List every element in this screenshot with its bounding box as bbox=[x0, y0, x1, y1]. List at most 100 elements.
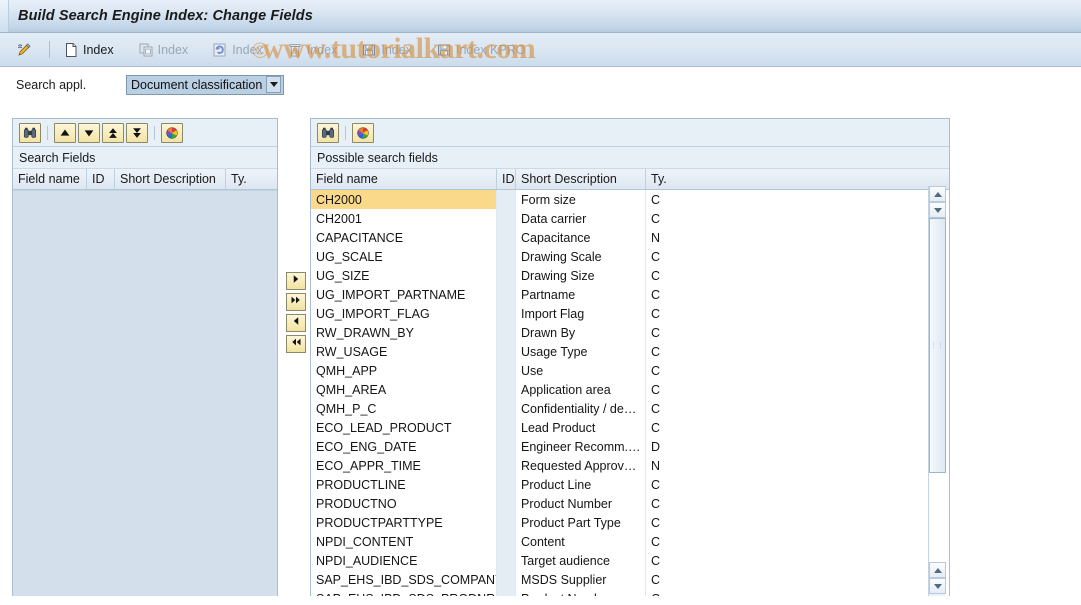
table-row[interactable]: PRODUCTNO Product Number C bbox=[311, 494, 949, 513]
possible-search-fields-table-header: Field name ID Short Description Ty. bbox=[311, 169, 949, 190]
column-header-type[interactable]: Ty. bbox=[646, 169, 949, 189]
cell-field-name: NPDI_CONTENT bbox=[311, 532, 497, 551]
arrow-double-up-icon[interactable] bbox=[102, 122, 124, 143]
toolbar-button-copy-index[interactable]: Index bbox=[132, 38, 195, 62]
table-row[interactable]: QMH_APP Use C bbox=[311, 361, 949, 380]
move-left-button[interactable] bbox=[286, 314, 306, 332]
toolbar-button-save-index[interactable]: Index bbox=[355, 38, 418, 62]
arrow-double-down-icon[interactable] bbox=[126, 122, 148, 143]
toolbar-button-label: Index bbox=[306, 42, 338, 57]
possible-search-fields-table-body[interactable]: CH2000 Form size C CH2001 Data carrier C CAPAC… bbox=[311, 190, 949, 596]
cell-type: C bbox=[651, 249, 661, 264]
binoculars-icon[interactable] bbox=[19, 122, 41, 143]
cell-type: C bbox=[651, 553, 661, 568]
arrow-down-icon[interactable] bbox=[78, 122, 100, 143]
cell-id bbox=[497, 399, 516, 418]
cell-field-name: QMH_P_C bbox=[311, 399, 497, 418]
table-row[interactable]: NPDI_CONTENT Content C bbox=[311, 532, 949, 551]
cell-id bbox=[497, 342, 516, 361]
cell-type: C bbox=[651, 420, 661, 435]
arrow-up-icon[interactable] bbox=[54, 122, 76, 143]
table-row[interactable]: QMH_P_C Confidentiality / de… C bbox=[311, 399, 949, 418]
table-row[interactable]: CAPACITANCE Capacitance N bbox=[311, 228, 949, 247]
cell-id bbox=[497, 494, 516, 513]
scroll-page-up-button[interactable] bbox=[929, 562, 946, 578]
cell-type: C bbox=[651, 572, 661, 587]
application-toolbar: Index Index Index Index Index Index KPRO bbox=[0, 33, 1081, 67]
column-header-field-name[interactable]: Field name bbox=[13, 169, 87, 189]
cell-type: C bbox=[651, 534, 661, 549]
table-row[interactable]: ECO_ENG_DATE Engineer Recomm.… D bbox=[311, 437, 949, 456]
cell-type: C bbox=[651, 192, 661, 207]
cell-short-description: Drawing Scale bbox=[516, 247, 646, 266]
cell-field-name: ECO_APPR_TIME bbox=[311, 456, 497, 475]
cell-type: C bbox=[646, 589, 949, 597]
toolbar-button-create-index[interactable]: Index bbox=[57, 38, 120, 62]
table-row[interactable]: PRODUCTLINE Product Line C bbox=[311, 475, 949, 494]
table-row[interactable]: QMH_AREA Application area C bbox=[311, 380, 949, 399]
search-appl-dropdown[interactable]: Document classification bbox=[126, 74, 285, 95]
scroll-down-button[interactable] bbox=[929, 202, 946, 218]
scrollbar-track[interactable]: ⋮⋮ bbox=[929, 218, 946, 562]
table-row[interactable]: NPDI_AUDIENCE Target audience C bbox=[311, 551, 949, 570]
table-row[interactable]: CH2000 Form size C bbox=[311, 190, 949, 209]
cell-field-name: UG_SCALE bbox=[311, 247, 497, 266]
save-index-icon bbox=[361, 42, 377, 58]
binoculars-icon[interactable] bbox=[317, 122, 339, 143]
cell-field-name: CH2001 bbox=[311, 209, 497, 228]
table-row[interactable]: CH2001 Data carrier C bbox=[311, 209, 949, 228]
chevron-down-icon[interactable] bbox=[266, 76, 282, 93]
cell-id bbox=[497, 570, 516, 589]
table-row[interactable]: SAP_EHS_IBD_SDS_PRODNR Product NumberC bbox=[311, 589, 949, 596]
column-header-field-name[interactable]: Field name bbox=[311, 169, 497, 189]
vertical-scrollbar[interactable]: ⋮⋮ bbox=[928, 186, 946, 596]
column-header-short-description[interactable]: Short Description bbox=[516, 169, 646, 189]
toolbar-button-pencil[interactable] bbox=[10, 38, 42, 62]
toolbar-button-refresh-index[interactable]: Index bbox=[206, 38, 269, 62]
cell-field-name: PRODUCTLINE bbox=[311, 475, 497, 494]
move-all-right-button[interactable] bbox=[286, 293, 306, 311]
table-row[interactable]: UG_SIZE Drawing Size C bbox=[311, 266, 949, 285]
table-row[interactable]: UG_IMPORT_PARTNAME Partname C bbox=[311, 285, 949, 304]
toolbar-button-delete-index[interactable]: Index bbox=[281, 38, 344, 62]
search-fields-table-body[interactable] bbox=[13, 190, 277, 596]
move-all-left-button[interactable] bbox=[286, 335, 306, 353]
cell-id bbox=[497, 532, 516, 551]
cell-id bbox=[497, 266, 516, 285]
cell-id bbox=[497, 418, 516, 437]
cell-short-description: Product Number bbox=[516, 589, 646, 596]
scroll-page-down-button[interactable] bbox=[929, 578, 946, 594]
cell-short-description: Product Line bbox=[516, 475, 646, 494]
search-appl-value: Document classification bbox=[131, 77, 263, 92]
scrollbar-thumb[interactable]: ⋮⋮ bbox=[929, 218, 946, 473]
table-row[interactable]: ECO_LEAD_PRODUCT Lead Product C bbox=[311, 418, 949, 437]
toolbar-button-save-index-kpro[interactable]: Index KPRO bbox=[430, 38, 531, 62]
cell-short-description: Partname bbox=[516, 285, 646, 304]
scroll-up-button[interactable] bbox=[929, 186, 946, 202]
table-row[interactable]: RW_USAGE Usage Type C bbox=[311, 342, 949, 361]
color-wheel-icon[interactable] bbox=[161, 122, 183, 143]
table-row[interactable]: PRODUCTPARTTYPE Product Part Type C bbox=[311, 513, 949, 532]
table-row[interactable]: SAP_EHS_IBD_SDS_COMPANY MSDS Supplier C bbox=[311, 570, 949, 589]
column-header-short-description[interactable]: Short Description bbox=[115, 169, 226, 189]
column-header-id[interactable]: ID bbox=[87, 169, 115, 189]
column-header-id[interactable]: ID bbox=[497, 169, 516, 189]
table-row[interactable]: ECO_APPR_TIME Requested Approv… N bbox=[311, 456, 949, 475]
cell-short-description: Capacitance bbox=[516, 228, 646, 247]
cell-type: D bbox=[651, 439, 661, 454]
column-header-type[interactable]: Ty. bbox=[226, 169, 277, 189]
possible-search-fields-toolbar bbox=[311, 119, 949, 147]
color-wheel-icon[interactable] bbox=[352, 122, 374, 143]
arrow-double-right-icon bbox=[290, 293, 302, 311]
toolbar-separator bbox=[345, 125, 346, 140]
cell-short-description: MSDS Supplier bbox=[516, 570, 646, 589]
cell-id bbox=[497, 323, 516, 342]
table-row[interactable]: UG_IMPORT_FLAG Import Flag C bbox=[311, 304, 949, 323]
move-right-button[interactable] bbox=[286, 272, 306, 290]
cell-id bbox=[497, 304, 516, 323]
scrollbar-grip-icon: ⋮⋮ bbox=[930, 342, 945, 349]
table-row[interactable]: RW_DRAWN_BY Drawn By C bbox=[311, 323, 949, 342]
cell-field-name: CH2000 bbox=[311, 190, 497, 209]
cell-short-description: Usage Type bbox=[516, 342, 646, 361]
table-row[interactable]: UG_SCALE Drawing Scale C bbox=[311, 247, 949, 266]
